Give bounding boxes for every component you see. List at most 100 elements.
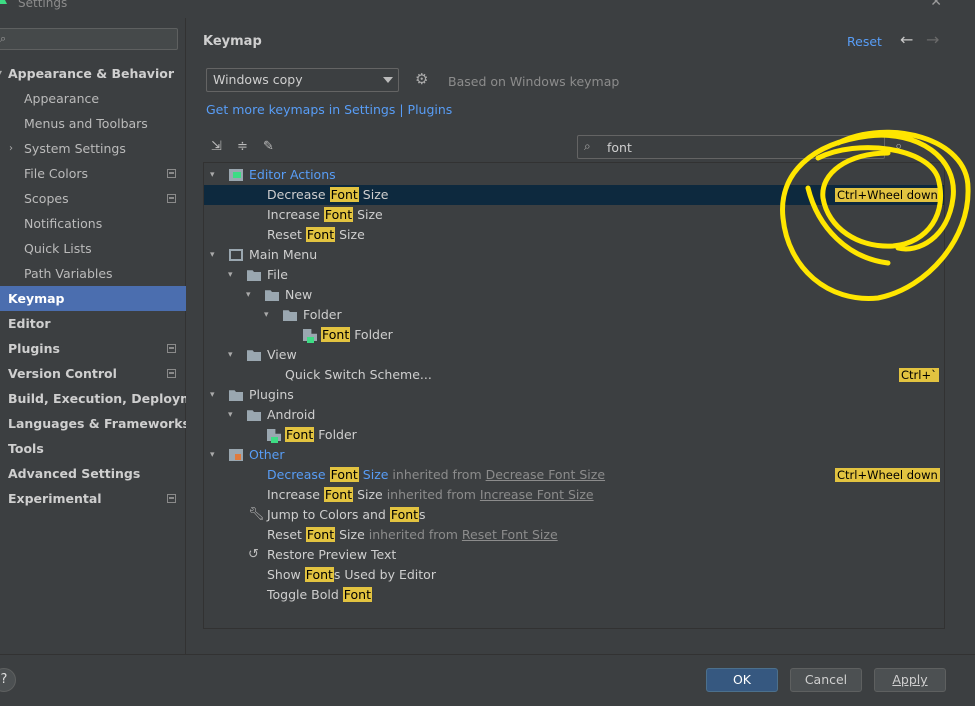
- sidebar-item-scopes[interactable]: Scopes: [0, 186, 186, 211]
- sidebar-item-label: Appearance: [24, 91, 100, 106]
- inherited-link[interactable]: Decrease Font Size: [486, 467, 605, 482]
- project-level-icon: [167, 494, 176, 503]
- tree-row[interactable]: ▾ Android: [204, 405, 944, 425]
- tree-row[interactable]: ▾ Other: [204, 445, 944, 465]
- gear-icon[interactable]: ⚙: [415, 70, 428, 88]
- tree-row[interactable]: ▾ View: [204, 345, 944, 365]
- tree-row[interactable]: Quick Switch Scheme... Ctrl+`: [204, 365, 944, 385]
- sidebar-item-languages[interactable]: Languages & Frameworks: [0, 411, 190, 436]
- tree-row[interactable]: ▾ Folder: [204, 305, 944, 325]
- tree-row[interactable]: ↺ Restore Preview Text: [204, 545, 944, 565]
- tree-row[interactable]: Font Folder: [204, 325, 944, 345]
- chevron-down-icon: ▾: [264, 310, 269, 320]
- keymap-tree: ▾ Editor Actions Decrease Font Size Ctrl…: [203, 162, 945, 629]
- sidebar-item-editor[interactable]: Editor: [0, 311, 186, 336]
- tree-row-label: Reset Font Size inherited from Reset Fon…: [267, 527, 558, 542]
- tree-row-label: File: [267, 267, 288, 282]
- tree-row[interactable]: ▾ Main Menu: [204, 245, 944, 265]
- keymap-dropdown[interactable]: Windows copy: [206, 68, 399, 92]
- tree-row[interactable]: 🔧︎ Jump to Colors and Fonts: [204, 505, 944, 525]
- tree-row[interactable]: Decrease Font Size inherited from Decrea…: [204, 465, 944, 485]
- main-menu-icon: [229, 249, 243, 261]
- tree-row[interactable]: Show Fonts Used by Editor: [204, 565, 944, 585]
- sidebar-item-appearance-behavior[interactable]: ▾ Appearance & Behavior: [0, 61, 186, 86]
- sidebar-item-plugins[interactable]: Plugins: [0, 336, 186, 361]
- sidebar-item-label: Languages & Frameworks: [8, 416, 190, 431]
- sidebar-item-build[interactable]: Build, Execution, Deployment: [0, 386, 216, 411]
- inherited-link[interactable]: Increase Font Size: [480, 487, 594, 502]
- other-actions-icon: [229, 449, 243, 461]
- tree-row-label: Decrease Font Size inherited from Decrea…: [267, 467, 606, 482]
- chevron-down-icon: ▾: [228, 410, 233, 420]
- window-title: Settings: [18, 0, 68, 10]
- project-level-icon: [167, 344, 176, 353]
- tree-row[interactable]: Font Folder: [204, 425, 944, 445]
- sidebar-item-keymap[interactable]: Keymap: [0, 286, 186, 311]
- tree-row[interactable]: ▾ Editor Actions: [204, 165, 944, 185]
- chevron-down-icon: ▾: [228, 270, 233, 280]
- keymap-dropdown-value: Windows copy: [213, 72, 303, 87]
- tree-row[interactable]: Increase Font Size inherited from Increa…: [204, 485, 944, 505]
- sidebar-item-version-control[interactable]: Version Control: [0, 361, 186, 386]
- tree-row[interactable]: ▾ Plugins: [204, 385, 944, 405]
- tree-row-label: Font Folder: [321, 327, 393, 342]
- sidebar-item-label: System Settings: [24, 141, 126, 156]
- sidebar-item-system-settings[interactable]: › System Settings: [0, 136, 186, 161]
- sidebar-item-file-colors[interactable]: File Colors: [0, 161, 186, 186]
- sidebar-item-quick-lists[interactable]: Quick Lists: [0, 236, 186, 261]
- android-studio-icon: [0, 0, 7, 4]
- apply-button[interactable]: Apply: [874, 668, 946, 692]
- chevron-down-icon: ▾: [210, 250, 215, 260]
- find-shortcut-icon[interactable]: ⌕: [895, 139, 902, 154]
- tree-row[interactable]: ▾ New: [204, 285, 944, 305]
- tree-row-label: Reset Font Size: [267, 227, 365, 242]
- tree-row-label: Jump to Colors and Fonts: [267, 507, 426, 522]
- dialog-footer: ? OK Cancel Apply: [0, 654, 975, 706]
- sidebar-item-label: Version Control: [8, 366, 117, 381]
- tree-row[interactable]: ▾ File: [204, 265, 944, 285]
- tree-row-label: Font Folder: [285, 427, 357, 442]
- tree-row-label: Plugins: [249, 387, 294, 402]
- folder-icon: [247, 270, 261, 281]
- edit-icon[interactable]: ✎: [263, 139, 274, 154]
- settings-sidebar: ⌕ ▾ Appearance & Behavior Appearance Men…: [0, 18, 216, 654]
- close-icon[interactable]: ✕: [930, 0, 942, 10]
- tree-row[interactable]: Reset Font Size inherited from Reset Fon…: [204, 525, 944, 545]
- chevron-down-icon: ▾: [210, 170, 215, 180]
- folder-icon: [247, 350, 261, 361]
- settings-search-input[interactable]: ⌕: [0, 28, 178, 50]
- inherited-link[interactable]: Reset Font Size: [462, 527, 558, 542]
- ok-button[interactable]: OK: [706, 668, 778, 692]
- sidebar-item-experimental[interactable]: Experimental: [0, 486, 186, 511]
- forward-arrow-icon[interactable]: →: [926, 30, 939, 49]
- sidebar-item-label: Experimental: [8, 491, 102, 506]
- sidebar-item-label: Appearance & Behavior: [8, 66, 174, 81]
- tree-row[interactable]: Toggle Bold Font: [204, 585, 944, 605]
- shortcut-badge: Ctrl+Wheel down: [835, 188, 940, 202]
- undo-icon: ↺: [248, 547, 259, 562]
- sidebar-item-menus-toolbars[interactable]: Menus and Toolbars: [0, 111, 186, 136]
- keymap-search-input[interactable]: ⌕ font: [577, 135, 885, 159]
- collapse-all-icon[interactable]: ≑: [237, 139, 248, 154]
- get-more-keymaps-link[interactable]: Get more keymaps in Settings | Plugins: [206, 102, 452, 117]
- reset-link[interactable]: Reset: [847, 34, 882, 49]
- tree-row-label: Quick Switch Scheme...: [285, 367, 432, 382]
- apply-label: Apply: [892, 672, 928, 687]
- expand-all-icon[interactable]: ⇲: [211, 139, 222, 154]
- based-on-label: Based on Windows keymap: [448, 74, 620, 89]
- sidebar-item-notifications[interactable]: Notifications: [0, 211, 186, 236]
- sidebar-item-path-variables[interactable]: Path Variables: [0, 261, 186, 286]
- tree-row[interactable]: Increase Font Size: [204, 205, 944, 225]
- tree-row[interactable]: Reset Font Size: [204, 225, 944, 245]
- sidebar-item-advanced-settings[interactable]: Advanced Settings: [0, 461, 186, 486]
- back-arrow-icon[interactable]: ←: [900, 30, 913, 49]
- page-title: Keymap: [203, 34, 262, 49]
- sidebar-item-appearance[interactable]: Appearance: [0, 86, 186, 111]
- cancel-button[interactable]: Cancel: [790, 668, 862, 692]
- help-button[interactable]: ?: [0, 668, 16, 692]
- project-level-icon: [167, 169, 176, 178]
- tree-row-label: Main Menu: [249, 247, 318, 262]
- tree-row[interactable]: Decrease Font Size Ctrl+Wheel down: [204, 185, 944, 205]
- sidebar-item-tools[interactable]: Tools: [0, 436, 186, 461]
- project-level-icon: [167, 194, 176, 203]
